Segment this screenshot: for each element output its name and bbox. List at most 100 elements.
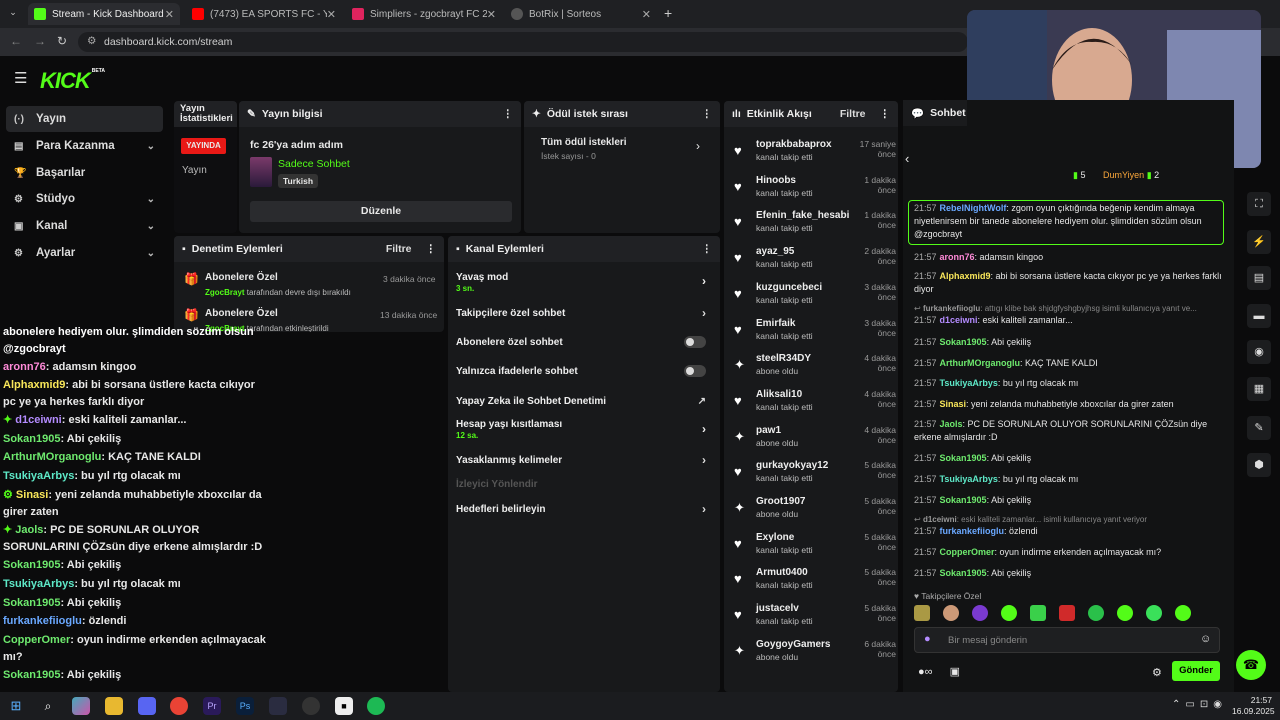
photoshop-icon[interactable]: Ps	[236, 697, 254, 715]
message-user[interactable]: ArthurMOrganoglu	[940, 358, 1021, 368]
site-info-icon[interactable]: ⚙	[87, 35, 96, 47]
copilot-icon[interactable]	[72, 697, 90, 715]
premiere-icon[interactable]: Pr	[203, 697, 221, 715]
emote-icon[interactable]	[1030, 605, 1046, 621]
activity-item: ♥ justacelv kanalı takip etti 5 dakika önce	[724, 599, 898, 635]
all-rewards-link[interactable]: Tüm ödül istekleri İstek sayısı - 0 ›	[524, 133, 720, 163]
search-icon[interactable]: ⌕	[39, 697, 57, 715]
more-options-icon[interactable]: ⋮	[702, 243, 713, 255]
emote-only-toggle[interactable]	[684, 365, 706, 377]
emote-icon[interactable]	[972, 605, 988, 621]
edit-button[interactable]: Düzenle	[250, 201, 512, 222]
reload-icon[interactable]: ↻	[57, 34, 67, 48]
menu-icon[interactable]: ☰	[14, 69, 27, 87]
sparkle-icon: ✦	[734, 500, 745, 515]
more-options-icon[interactable]: ⋮	[702, 108, 713, 120]
forward-icon[interactable]: →	[34, 34, 46, 48]
users-icon[interactable]: ⬢	[1247, 453, 1271, 477]
close-icon[interactable]: ✕	[642, 8, 651, 21]
sidebar-item-studyo[interactable]: ⚙ Stüdyo ⌄	[6, 186, 163, 212]
sidebar-item-basarilar[interactable]: 🏆 Başarılar	[6, 160, 163, 186]
file-explorer-icon[interactable]	[105, 697, 123, 715]
vscode-icon[interactable]	[269, 697, 287, 715]
more-options-icon[interactable]: ⋮	[503, 108, 514, 120]
message-user[interactable]: Sokan1905	[940, 568, 987, 578]
tab-youtube[interactable]: (7473) EA SPORTS FC - YouTube✕	[186, 3, 342, 25]
broadcast-icon[interactable]: ◉	[1247, 340, 1271, 364]
lightning-icon[interactable]: ⚡	[1247, 230, 1271, 254]
tab-simpliers[interactable]: Simpliers - zgocbrayt FC 26 2 a✕	[346, 3, 502, 25]
url-field[interactable]: ⚙ dashboard.kick.com/stream	[78, 32, 968, 52]
emote-icon[interactable]	[1175, 605, 1191, 621]
message-user[interactable]: Sokan1905	[940, 337, 987, 347]
close-icon[interactable]: ✕	[327, 8, 336, 21]
chat-settings-icon[interactable]: ⚙	[1152, 666, 1162, 679]
obs-icon[interactable]	[302, 697, 320, 715]
discord-icon[interactable]	[138, 697, 156, 715]
slow-mode-row[interactable]: Yavaş mod 3 sn. ›	[448, 268, 714, 298]
tools-icon[interactable]: ✎	[1247, 416, 1271, 440]
support-button[interactable]: ☎	[1236, 650, 1266, 680]
capcut-icon[interactable]: ■	[335, 697, 353, 715]
fullscreen-icon[interactable]: ⛶	[1247, 192, 1271, 216]
sidebar-item-para-kazanma[interactable]: ▤ Para Kazanma ⌄	[6, 133, 163, 159]
message-user[interactable]: TsukiyaArbys	[940, 474, 998, 484]
sidebar-item-ayarlar[interactable]: ⚙ Ayarlar ⌄	[6, 240, 163, 266]
tab-list-button[interactable]: ⌄	[6, 7, 20, 21]
message-user[interactable]: d1ceiwni	[940, 315, 978, 325]
sidebar-item-yayin[interactable]: (·) Yayın	[6, 106, 163, 132]
message-user[interactable]: Sokan1905	[940, 453, 987, 463]
close-icon[interactable]: ✕	[487, 8, 496, 21]
message-user[interactable]: Jaols	[940, 419, 963, 429]
ai-moderation-row[interactable]: Yapay Zeka ile Sohbet Denetimi ↗	[448, 386, 714, 416]
emote-icon[interactable]	[1146, 605, 1162, 621]
sidebar-item-kanal[interactable]: ▣ Kanal ⌄	[6, 213, 163, 239]
message-user[interactable]: Alphaxmid9	[940, 271, 991, 281]
emote-icon[interactable]	[1117, 605, 1133, 621]
message-user[interactable]: d1ceiwni	[923, 515, 957, 524]
message-user[interactable]: RebelNightWolf	[940, 203, 1007, 213]
message-user[interactable]: furkankefiioglu	[923, 304, 980, 313]
kick-logo[interactable]: KICK BETA	[40, 68, 105, 94]
message-user[interactable]: TsukiyaArbys	[940, 378, 998, 388]
emote-icon[interactable]	[914, 605, 930, 621]
account-age-row[interactable]: Hesap yaşı kısıtlaması 12 sa. ›	[448, 414, 714, 446]
emote-icon[interactable]	[1088, 605, 1104, 621]
emote-icon[interactable]	[943, 605, 959, 621]
tab-botrix[interactable]: BotRix | Sorteos ✕	[505, 3, 657, 25]
spotify-icon[interactable]	[367, 697, 385, 715]
layout-icon[interactable]: ▦	[1247, 377, 1271, 401]
chrome-icon[interactable]	[170, 697, 188, 715]
tab-kick-dashboard[interactable]: Stream - Kick Dashboard ✕	[28, 3, 180, 25]
goals-row[interactable]: Hedefleri belirleyin ›	[448, 494, 714, 524]
subscribers-only-toggle[interactable]	[684, 336, 706, 348]
filter-button[interactable]: Filtre	[386, 243, 412, 255]
more-options-icon[interactable]: ⋮	[880, 108, 891, 120]
message-user[interactable]: furkankefiioglu	[940, 526, 1005, 536]
message-user[interactable]: CopperOmer	[940, 547, 995, 557]
new-tab-button[interactable]: +	[664, 5, 672, 21]
emoji-icon[interactable]: ☺	[1200, 633, 1211, 645]
close-icon[interactable]: ✕	[165, 8, 174, 21]
chat-input[interactable]: ● Bir mesaj gönderin ☺	[914, 627, 1220, 653]
windows-start-icon[interactable]: ⊞	[7, 697, 25, 715]
emote-icon[interactable]	[1059, 605, 1075, 621]
message-user[interactable]: aronn76	[940, 252, 975, 262]
message-user[interactable]: Sinasi	[940, 399, 967, 409]
send-button[interactable]: Gönder	[1172, 661, 1220, 681]
tray-icons[interactable]: ⌃▭⊡◉	[1172, 699, 1227, 710]
followers-only-row[interactable]: Takipçilere özel sohbet ›	[448, 298, 714, 328]
chat-message: 21:57 Jaols: PC DE SORUNLAR OLUYOR SORUNL…	[914, 418, 1224, 444]
filter-button[interactable]: Filtre	[840, 108, 866, 120]
emote-icon[interactable]	[1001, 605, 1017, 621]
message-user[interactable]: Sokan1905	[940, 495, 987, 505]
chevron-left-icon[interactable]: ‹	[905, 151, 909, 166]
category-link[interactable]: Sadece Sohbet	[278, 158, 350, 170]
followers-icon[interactable]: ●∞	[918, 666, 933, 678]
microphone-icon[interactable]: ●	[924, 633, 931, 645]
back-icon[interactable]: ←	[10, 34, 22, 48]
gift-icon[interactable]: ▣	[950, 666, 960, 678]
chat-bubble-icon[interactable]: ▬	[1247, 304, 1271, 328]
more-options-icon[interactable]: ⋮	[426, 243, 437, 255]
notes-icon[interactable]: ▤	[1247, 266, 1271, 290]
